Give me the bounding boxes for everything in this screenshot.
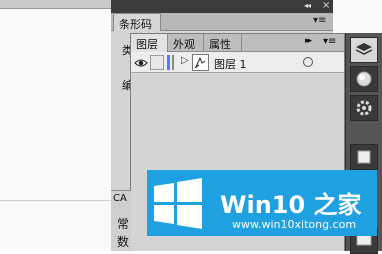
document-top-bar xyxy=(0,0,115,9)
target-icon[interactable] xyxy=(303,57,313,67)
lock-toggle[interactable] xyxy=(150,55,164,70)
watermark-url: www.win10xitong.com xyxy=(232,218,357,231)
tab-character[interactable]: CA xyxy=(113,193,127,204)
layer-row-divider xyxy=(172,55,174,70)
layer-color-swatch xyxy=(167,55,170,70)
selection-indicator[interactable] xyxy=(323,57,331,67)
panel-label-common: 常 xyxy=(117,217,130,231)
layer-thumbnail xyxy=(192,54,209,71)
barcode-panel-titlebar[interactable] xyxy=(111,0,333,13)
windows-logo-icon xyxy=(152,178,204,230)
expand-panel-icon[interactable]: ▸▸ xyxy=(305,36,312,46)
tab-barcode[interactable]: 条形码 xyxy=(113,13,161,31)
panel-label-number: 数 xyxy=(117,235,130,249)
tab-appearance[interactable]: 外观 xyxy=(168,34,204,52)
tab-attributes[interactable]: 属性 xyxy=(204,34,242,52)
watermark-title: Win10 之家 xyxy=(220,191,362,219)
panel-menu-icon[interactable]: ▾≡ xyxy=(313,15,326,26)
eye-icon[interactable] xyxy=(134,56,148,70)
gear-icon[interactable] xyxy=(350,95,378,121)
document-divider xyxy=(0,200,120,201)
close-icon[interactable]: × xyxy=(322,0,330,11)
panel-menu-icon[interactable]: ▾≡ xyxy=(323,36,336,47)
expand-arrow-icon[interactable]: ▷ xyxy=(181,55,189,66)
appearance-dock-button[interactable] xyxy=(350,66,378,92)
tab-layers[interactable]: 图层 xyxy=(131,34,168,52)
swatch-dock-button[interactable] xyxy=(350,144,378,170)
layers-dock-button[interactable] xyxy=(350,37,378,63)
layer-name[interactable]: 图层 1 xyxy=(214,56,247,72)
collapse-panel-icon[interactable]: ◂◂ xyxy=(304,1,311,10)
